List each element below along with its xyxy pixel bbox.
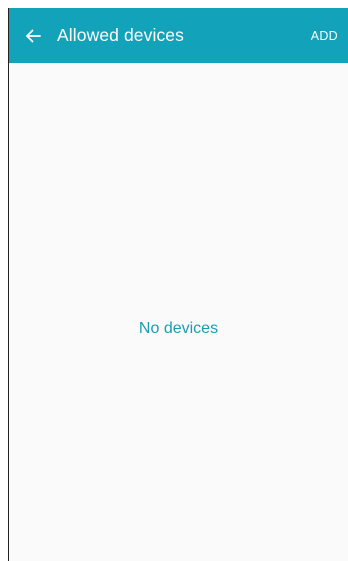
page-title: Allowed devices <box>57 25 184 45</box>
back-button[interactable] <box>13 8 53 63</box>
empty-state-message: No devices <box>138 320 219 337</box>
arrow-left-icon <box>26 29 41 42</box>
app-bar: Allowed devices ADD <box>9 8 348 63</box>
screen: Allowed devices ADD No devices <box>8 8 348 561</box>
device-list-area: No devices <box>9 63 348 561</box>
add-button[interactable]: ADD <box>311 8 338 63</box>
